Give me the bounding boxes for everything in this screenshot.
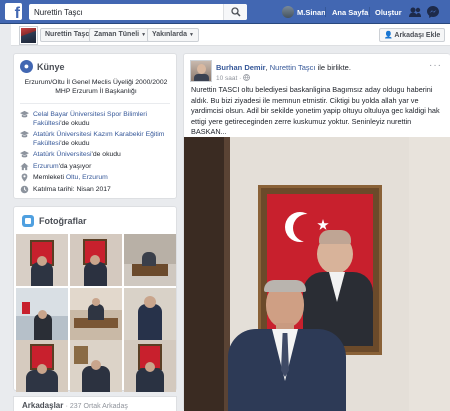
nav-user-profile[interactable]: M.Sinan <box>282 0 326 24</box>
clock-icon <box>20 185 29 194</box>
photo-thumbnail[interactable] <box>124 234 176 286</box>
post-header: Burhan Demir, Nurettin Taşcı ile birlikt… <box>216 63 351 72</box>
avatar <box>282 6 294 18</box>
photo-thumbnail[interactable] <box>70 288 122 340</box>
joined-date: Katılma tarihi: Nisan 2017 <box>33 186 111 193</box>
post-with-suffix: ile birlikte. <box>315 63 351 72</box>
tagged-user-link[interactable]: Nurettin Taşcı <box>270 63 316 72</box>
education-suffix: 'de okudu <box>60 120 90 127</box>
profile-name-button[interactable]: Nurettin Taşcı <box>40 28 97 42</box>
globe-icon: ● <box>20 60 33 73</box>
timeline-dropdown[interactable]: Zaman Tüneli ▼ <box>89 28 152 42</box>
messenger-icon[interactable] <box>426 5 440 19</box>
photo-thumbnail[interactable] <box>16 340 68 392</box>
photos-title[interactable]: Fotoğraflar <box>22 215 87 227</box>
school-link[interactable]: Atatürk Üniversitesi <box>33 151 92 158</box>
nav-create-label: Oluştur <box>375 7 402 17</box>
nearby-dropdown[interactable]: Yakınlarda ▼ <box>147 28 199 42</box>
profile-name-label: Nurettin Taşcı <box>45 31 92 38</box>
mutual-friends-count: · 237 Ortak Arkadaş <box>65 403 128 410</box>
photo-thumbnail[interactable] <box>70 340 122 392</box>
hometown-row: Memleketi Oltu, Erzurum <box>20 173 108 182</box>
friends-card-header[interactable]: Arkadaşlar · 237 Ortak Arkadaş <box>13 396 177 411</box>
hometown-prefix: Memleketi <box>33 174 66 181</box>
friends-title: Arkadaşlar <box>22 401 64 410</box>
lives-in-link[interactable]: Erzurum <box>33 163 59 170</box>
search-box <box>29 4 247 21</box>
lives-in-suffix: 'da yaşıyor <box>58 163 92 170</box>
education-row-1: Celal Bayar Üniversitesi Spor Bilimleri … <box>20 110 170 128</box>
graduation-cap-icon <box>20 150 29 158</box>
photos-icon <box>22 215 34 227</box>
search-button[interactable] <box>223 4 247 20</box>
education-row-2: Atatürk Üniversitesi Kazım Karabekir Eği… <box>20 130 170 148</box>
photo-thumbnail[interactable] <box>124 288 176 340</box>
post-photo[interactable] <box>184 137 450 411</box>
search-icon <box>231 7 241 17</box>
facebook-logo-icon[interactable]: f <box>5 3 22 20</box>
joined-row: Katılma tarihi: Nisan 2017 <box>20 185 111 194</box>
post-card: Burhan Demir, Nurettin Taşcı ile birlikt… <box>183 53 450 411</box>
location-pin-icon <box>21 173 28 182</box>
graduation-cap-icon <box>20 110 29 118</box>
intro-bio: Erzurum/Oltu İl Genel Meclis Üyeliği 200… <box>24 79 168 95</box>
photo-thumbnail[interactable] <box>124 340 176 392</box>
graduation-cap-icon <box>20 130 29 138</box>
nav-create-link[interactable]: Oluştur <box>375 0 402 24</box>
nav-user-name: M.Sinan <box>297 7 326 17</box>
hometown-link[interactable]: Oltu, Erzurum <box>66 174 108 181</box>
post-text: Nurettin TASCI oltu belediyesi baskanlig… <box>191 85 440 136</box>
photos-title-label: Fotoğraflar <box>39 216 87 226</box>
education-row-3: Atatürk Üniversitesi'de okudu <box>20 150 170 159</box>
education-suffix: 'de okudu <box>60 140 90 147</box>
divider <box>20 103 170 104</box>
lives-in-row: Erzurum'da yaşıyor <box>20 162 91 171</box>
intro-card: ● Künye Erzurum/Oltu İl Genel Meclis Üye… <box>13 53 177 199</box>
top-navigation-bar: f M.Sinan Ana Sayfa Oluştur <box>0 0 450 24</box>
post-time-label: 10 saat · <box>216 75 244 82</box>
post-author-link[interactable]: Burhan Demir <box>216 63 266 72</box>
post-timestamp[interactable]: 10 saat · <box>216 74 250 82</box>
post-options-icon[interactable]: ··· <box>429 60 442 71</box>
globe-privacy-icon <box>243 74 250 81</box>
school-link[interactable]: Atatürk Üniversitesi Kazım Karabekir Eği… <box>33 131 164 147</box>
add-friend-label: Arkadaşı Ekle <box>394 32 441 39</box>
intro-title-label: Künye <box>37 61 65 72</box>
avatar[interactable] <box>190 60 212 82</box>
caret-down-icon: ▼ <box>141 32 147 38</box>
nearby-label: Yakınlarda <box>152 31 188 38</box>
photo-thumbnail[interactable] <box>16 288 68 340</box>
profile-navigation-bar: Nurettin Taşcı Zaman Tüneli ▼ Yakınlarda ▼… <box>11 24 450 46</box>
photos-card: Fotoğraflar <box>13 206 177 392</box>
nav-divider <box>325 7 326 17</box>
school-link[interactable]: Celal Bayar Üniversitesi Spor Bilimleri … <box>33 111 147 127</box>
nav-home-link[interactable]: Ana Sayfa <box>332 0 368 24</box>
intro-title: ● Künye <box>20 60 65 73</box>
add-friend-icon: 👤 <box>384 32 393 39</box>
add-friend-button[interactable]: 👤 Arkadaşı Ekle <box>379 28 446 42</box>
friend-requests-icon[interactable] <box>408 5 422 19</box>
photo-thumbnail[interactable] <box>16 234 68 286</box>
nav-divider <box>369 7 370 17</box>
timeline-label: Zaman Tüneli <box>94 31 140 38</box>
home-icon <box>20 162 29 171</box>
profile-thumbnail[interactable] <box>20 27 37 44</box>
nav-home-label: Ana Sayfa <box>332 7 369 17</box>
search-input[interactable] <box>29 4 219 21</box>
education-suffix: 'de okudu <box>91 151 121 158</box>
caret-down-icon: ▼ <box>189 32 194 38</box>
photo-thumbnail[interactable] <box>70 234 122 286</box>
